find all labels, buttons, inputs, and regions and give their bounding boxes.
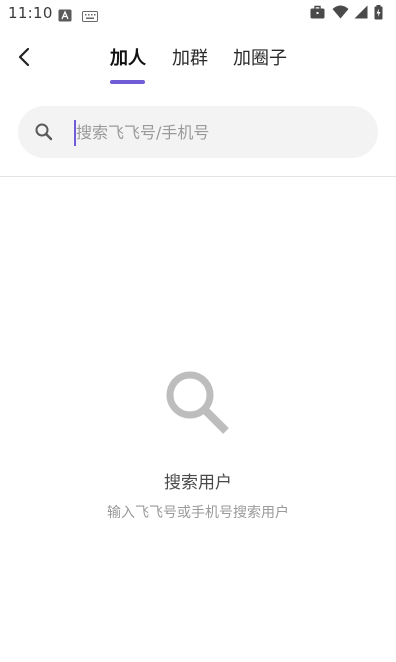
status-bar: 11:10 [0, 0, 396, 28]
empty-state-title: 搜索用户 [164, 473, 232, 493]
empty-state-subtitle: 输入飞飞号或手机号搜索用户 [107, 505, 289, 521]
active-tab-indicator [110, 80, 145, 84]
search-icon [35, 123, 53, 141]
text-cursor [74, 120, 76, 146]
back-button[interactable] [12, 44, 38, 70]
tab-add-circle[interactable]: 加圈子 [233, 44, 287, 70]
divider [0, 176, 396, 177]
search-input[interactable] [76, 119, 356, 145]
battery-charging-icon [374, 5, 383, 20]
status-time: 11:10 [8, 4, 53, 22]
search-bar[interactable] [18, 106, 378, 158]
magnifier-icon [166, 371, 229, 434]
wifi-icon [332, 5, 349, 19]
font-a-icon [58, 7, 72, 26]
tab-add-group[interactable]: 加群 [172, 44, 208, 70]
top-navigation: 加人 加群 加圈子 [0, 28, 396, 88]
status-right-icons [310, 5, 390, 21]
signal-icon [354, 5, 368, 19]
keyboard-icon [82, 7, 98, 26]
chevron-left-icon [18, 47, 30, 67]
briefcase-icon [310, 5, 325, 19]
tab-add-person[interactable]: 加人 [110, 44, 146, 70]
